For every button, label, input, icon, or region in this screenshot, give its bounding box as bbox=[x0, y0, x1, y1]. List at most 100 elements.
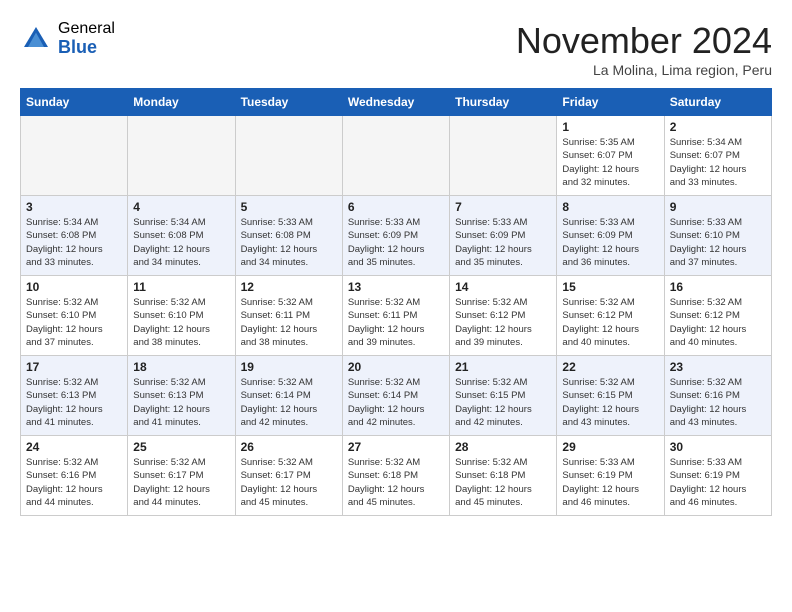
day-info: Sunrise: 5:32 AM Sunset: 6:12 PM Dayligh… bbox=[455, 296, 551, 349]
day-number: 18 bbox=[133, 360, 229, 374]
day-cell: 15 Sunrise: 5:32 AM Sunset: 6:12 PM Dayli… bbox=[557, 276, 664, 356]
day-number: 19 bbox=[241, 360, 337, 374]
page-header: General Blue November 2024 La Molina, Li… bbox=[20, 20, 772, 78]
day-cell: 16Sunrise: 5:32 AM Sunset: 6:12 PM Dayli… bbox=[664, 276, 771, 356]
logo-general: General bbox=[58, 20, 115, 38]
month-title: November 2024 bbox=[516, 20, 772, 62]
day-info: Sunrise: 5:33 AM Sunset: 6:08 PM Dayligh… bbox=[241, 216, 337, 269]
day-cell: 28 Sunrise: 5:32 AM Sunset: 6:18 PM Dayli… bbox=[450, 436, 557, 516]
day-info: Sunrise: 5:33 AM Sunset: 6:09 PM Dayligh… bbox=[455, 216, 551, 269]
day-cell: 24 Sunrise: 5:32 AM Sunset: 6:16 PM Dayli… bbox=[21, 436, 128, 516]
day-number: 6 bbox=[348, 200, 444, 214]
day-cell: 11 Sunrise: 5:32 AM Sunset: 6:10 PM Dayli… bbox=[128, 276, 235, 356]
day-number: 7 bbox=[455, 200, 551, 214]
week-row-3: 10 Sunrise: 5:32 AM Sunset: 6:10 PM Dayli… bbox=[21, 276, 772, 356]
day-info: Sunrise: 5:32 AM Sunset: 6:15 PM Dayligh… bbox=[562, 376, 658, 429]
day-info: Sunrise: 5:32 AM Sunset: 6:11 PM Dayligh… bbox=[241, 296, 337, 349]
week-row-4: 17Sunrise: 5:32 AM Sunset: 6:13 PM Dayli… bbox=[21, 356, 772, 436]
day-cell: 7 Sunrise: 5:33 AM Sunset: 6:09 PM Daylig… bbox=[450, 196, 557, 276]
day-cell: 3 Sunrise: 5:34 AM Sunset: 6:08 PM Daylig… bbox=[21, 196, 128, 276]
day-cell: 29Sunrise: 5:33 AM Sunset: 6:19 PM Dayli… bbox=[557, 436, 664, 516]
day-cell bbox=[342, 116, 449, 196]
day-cell: 13 Sunrise: 5:32 AM Sunset: 6:11 PM Dayli… bbox=[342, 276, 449, 356]
col-header-saturday: Saturday bbox=[664, 89, 771, 116]
day-number: 15 bbox=[562, 280, 658, 294]
day-number: 23 bbox=[670, 360, 766, 374]
day-number: 9 bbox=[670, 200, 766, 214]
logo-blue: Blue bbox=[58, 38, 115, 58]
day-cell: 26 Sunrise: 5:32 AM Sunset: 6:17 PM Dayli… bbox=[235, 436, 342, 516]
day-info: Sunrise: 5:32 AM Sunset: 6:12 PM Dayligh… bbox=[562, 296, 658, 349]
day-cell: 4Sunrise: 5:34 AM Sunset: 6:08 PM Daylig… bbox=[128, 196, 235, 276]
day-cell: 23 Sunrise: 5:32 AM Sunset: 6:16 PM Dayli… bbox=[664, 356, 771, 436]
day-info: Sunrise: 5:32 AM Sunset: 6:16 PM Dayligh… bbox=[26, 456, 122, 509]
day-info: Sunrise: 5:32 AM Sunset: 6:10 PM Dayligh… bbox=[26, 296, 122, 349]
day-info: Sunrise: 5:34 AM Sunset: 6:08 PM Dayligh… bbox=[133, 216, 229, 269]
day-info: Sunrise: 5:32 AM Sunset: 6:18 PM Dayligh… bbox=[455, 456, 551, 509]
logo: General Blue bbox=[20, 20, 115, 57]
day-number: 24 bbox=[26, 440, 122, 454]
logo-icon bbox=[20, 23, 52, 55]
location: La Molina, Lima region, Peru bbox=[516, 62, 772, 78]
col-header-tuesday: Tuesday bbox=[235, 89, 342, 116]
day-number: 26 bbox=[241, 440, 337, 454]
day-number: 10 bbox=[26, 280, 122, 294]
day-cell: 20Sunrise: 5:32 AM Sunset: 6:14 PM Dayli… bbox=[342, 356, 449, 436]
day-number: 22 bbox=[562, 360, 658, 374]
day-cell: 17Sunrise: 5:32 AM Sunset: 6:13 PM Dayli… bbox=[21, 356, 128, 436]
day-cell: 10 Sunrise: 5:32 AM Sunset: 6:10 PM Dayli… bbox=[21, 276, 128, 356]
day-info: Sunrise: 5:33 AM Sunset: 6:10 PM Dayligh… bbox=[670, 216, 766, 269]
day-cell bbox=[128, 116, 235, 196]
calendar-table: SundayMondayTuesdayWednesdayThursdayFrid… bbox=[20, 88, 772, 516]
day-info: Sunrise: 5:32 AM Sunset: 6:10 PM Dayligh… bbox=[133, 296, 229, 349]
day-number: 11 bbox=[133, 280, 229, 294]
day-info: Sunrise: 5:32 AM Sunset: 6:14 PM Dayligh… bbox=[241, 376, 337, 429]
day-number: 5 bbox=[241, 200, 337, 214]
day-cell bbox=[450, 116, 557, 196]
day-number: 1 bbox=[562, 120, 658, 134]
day-number: 25 bbox=[133, 440, 229, 454]
day-info: Sunrise: 5:33 AM Sunset: 6:19 PM Dayligh… bbox=[562, 456, 658, 509]
day-cell: 5 Sunrise: 5:33 AM Sunset: 6:08 PM Daylig… bbox=[235, 196, 342, 276]
day-cell: 27Sunrise: 5:32 AM Sunset: 6:18 PM Dayli… bbox=[342, 436, 449, 516]
day-cell: 19 Sunrise: 5:32 AM Sunset: 6:14 PM Dayli… bbox=[235, 356, 342, 436]
title-area: November 2024 La Molina, Lima region, Pe… bbox=[516, 20, 772, 78]
col-header-thursday: Thursday bbox=[450, 89, 557, 116]
day-number: 3 bbox=[26, 200, 122, 214]
week-row-2: 3 Sunrise: 5:34 AM Sunset: 6:08 PM Daylig… bbox=[21, 196, 772, 276]
logo-text: General Blue bbox=[58, 20, 115, 57]
day-number: 20 bbox=[348, 360, 444, 374]
day-info: Sunrise: 5:32 AM Sunset: 6:17 PM Dayligh… bbox=[241, 456, 337, 509]
day-number: 2 bbox=[670, 120, 766, 134]
day-number: 14 bbox=[455, 280, 551, 294]
day-cell: 14 Sunrise: 5:32 AM Sunset: 6:12 PM Dayli… bbox=[450, 276, 557, 356]
day-number: 30 bbox=[670, 440, 766, 454]
day-cell: 30Sunrise: 5:33 AM Sunset: 6:19 PM Dayli… bbox=[664, 436, 771, 516]
day-info: Sunrise: 5:32 AM Sunset: 6:16 PM Dayligh… bbox=[670, 376, 766, 429]
day-info: Sunrise: 5:33 AM Sunset: 6:09 PM Dayligh… bbox=[562, 216, 658, 269]
day-info: Sunrise: 5:32 AM Sunset: 6:17 PM Dayligh… bbox=[133, 456, 229, 509]
day-cell: 21Sunrise: 5:32 AM Sunset: 6:15 PM Dayli… bbox=[450, 356, 557, 436]
col-header-sunday: Sunday bbox=[21, 89, 128, 116]
day-cell: 12 Sunrise: 5:32 AM Sunset: 6:11 PM Dayli… bbox=[235, 276, 342, 356]
day-info: Sunrise: 5:32 AM Sunset: 6:13 PM Dayligh… bbox=[26, 376, 122, 429]
col-header-friday: Friday bbox=[557, 89, 664, 116]
day-cell: 18Sunrise: 5:32 AM Sunset: 6:13 PM Dayli… bbox=[128, 356, 235, 436]
day-cell: 22 Sunrise: 5:32 AM Sunset: 6:15 PM Dayli… bbox=[557, 356, 664, 436]
day-number: 21 bbox=[455, 360, 551, 374]
day-number: 13 bbox=[348, 280, 444, 294]
day-cell bbox=[21, 116, 128, 196]
day-cell: 8Sunrise: 5:33 AM Sunset: 6:09 PM Daylig… bbox=[557, 196, 664, 276]
day-info: Sunrise: 5:34 AM Sunset: 6:07 PM Dayligh… bbox=[670, 136, 766, 189]
day-number: 27 bbox=[348, 440, 444, 454]
day-info: Sunrise: 5:35 AM Sunset: 6:07 PM Dayligh… bbox=[562, 136, 658, 189]
day-cell: 1 Sunrise: 5:35 AM Sunset: 6:07 PM Daylig… bbox=[557, 116, 664, 196]
day-number: 28 bbox=[455, 440, 551, 454]
day-number: 12 bbox=[241, 280, 337, 294]
day-info: Sunrise: 5:32 AM Sunset: 6:11 PM Dayligh… bbox=[348, 296, 444, 349]
day-info: Sunrise: 5:34 AM Sunset: 6:08 PM Dayligh… bbox=[26, 216, 122, 269]
day-cell: 25 Sunrise: 5:32 AM Sunset: 6:17 PM Dayli… bbox=[128, 436, 235, 516]
day-number: 16 bbox=[670, 280, 766, 294]
day-cell: 6 Sunrise: 5:33 AM Sunset: 6:09 PM Daylig… bbox=[342, 196, 449, 276]
day-info: Sunrise: 5:33 AM Sunset: 6:09 PM Dayligh… bbox=[348, 216, 444, 269]
